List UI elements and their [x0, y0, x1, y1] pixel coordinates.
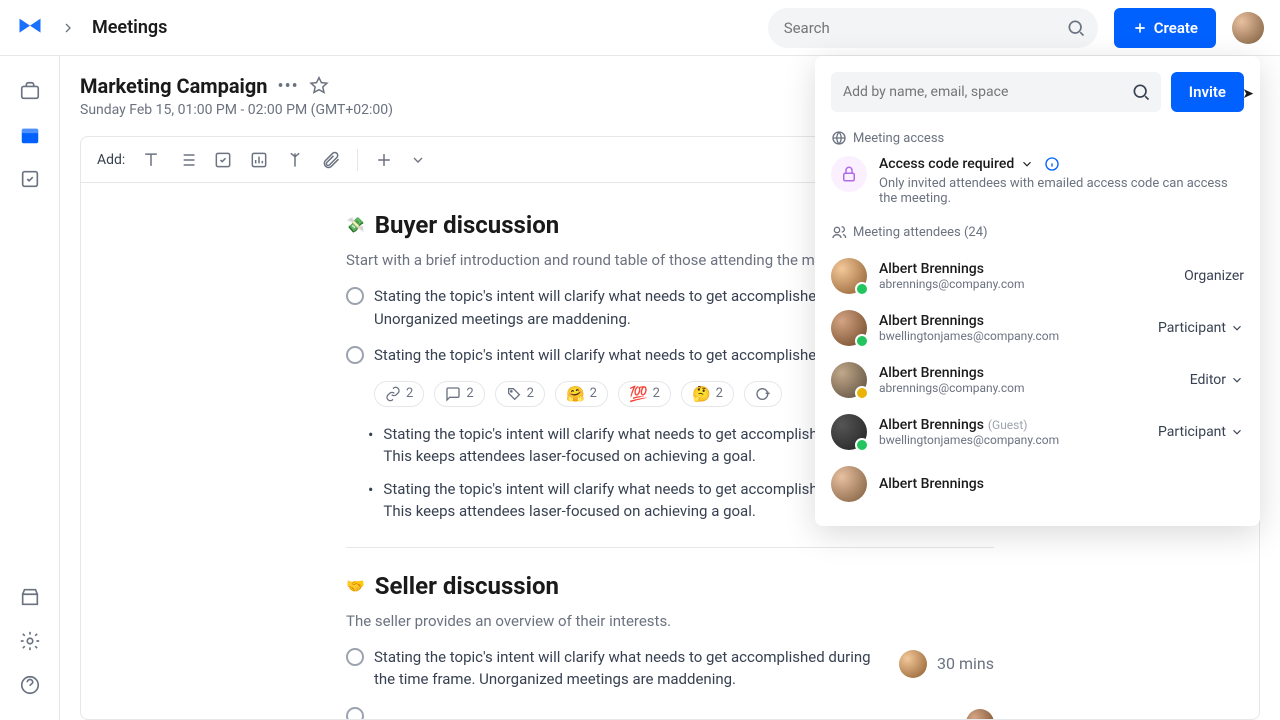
attendee-role-dropdown[interactable]: Participant [1158, 320, 1244, 336]
reaction-link[interactable]: 2 [374, 381, 424, 407]
attendee-avatar[interactable] [831, 466, 867, 502]
task-checkbox[interactable] [346, 287, 364, 305]
attendee-avatar[interactable] [831, 310, 867, 346]
lock-icon [831, 156, 867, 192]
info-icon[interactable] [1044, 156, 1060, 172]
access-dropdown[interactable]: Access code required [879, 156, 1244, 172]
section-title: Seller discussion [375, 572, 559, 600]
access-desc: Only invited attendees with emailed acce… [879, 176, 1244, 206]
create-button[interactable]: Create [1114, 8, 1216, 48]
attendee-row: Albert Brennings abrennings@company.com … [831, 250, 1244, 302]
attendee-avatar[interactable] [831, 362, 867, 398]
section-title: Buyer discussion [375, 211, 560, 239]
search-input[interactable] [768, 8, 1098, 48]
create-label: Create [1154, 19, 1198, 37]
attendee-role-dropdown: Organizer [1184, 268, 1244, 284]
reaction-hundred[interactable]: 💯2 [618, 381, 671, 407]
attendee-role-dropdown[interactable]: Editor [1190, 372, 1244, 388]
status-badge [855, 334, 869, 348]
task-text[interactable]: … [374, 705, 384, 720]
user-avatar[interactable] [1232, 12, 1264, 44]
money-emoji: 💸 [346, 216, 365, 234]
breadcrumb[interactable]: Meetings [92, 17, 167, 38]
send-invite-button[interactable]: Invite [1171, 72, 1244, 112]
assignee-avatar[interactable] [899, 650, 927, 678]
sidebar [0, 56, 60, 720]
attendee-name: Albert Brennings [879, 313, 1146, 329]
attendee-name: Albert Brennings [879, 476, 1232, 492]
task-checkbox[interactable] [346, 648, 364, 666]
tasks-icon[interactable] [19, 168, 41, 190]
attendee-email: abrennings@company.com [879, 277, 1172, 291]
attendee-role-dropdown[interactable]: Participant [1158, 424, 1244, 440]
assignee-avatar[interactable] [966, 709, 994, 720]
app-logo[interactable] [16, 14, 44, 42]
toolbar-add-label: Add: [97, 152, 125, 168]
reaction-comment[interactable]: 2 [434, 381, 484, 407]
attendee-avatar[interactable] [831, 258, 867, 294]
attendee-email: bwellingtonjames@company.com [879, 329, 1146, 343]
task-checkbox[interactable] [346, 346, 364, 364]
status-badge [855, 386, 869, 400]
reaction-hug[interactable]: 🤗2 [555, 381, 608, 407]
attendees-section-label: Meeting attendees (24) [831, 224, 1244, 240]
page-title: Marketing Campaign [80, 74, 268, 98]
status-badge [855, 282, 869, 296]
gear-icon[interactable] [19, 630, 41, 652]
attendee-row: Albert Brennings(Guest) bwellingtonjames… [831, 406, 1244, 458]
branch-icon[interactable] [285, 150, 305, 170]
invite-search-input[interactable] [831, 72, 1161, 112]
status-badge [855, 438, 869, 452]
list-icon[interactable] [177, 150, 197, 170]
page-subtitle: Sunday Feb 15, 01:00 PM - 02:00 PM (GMT+… [80, 102, 393, 118]
time-label: 30 mins [937, 654, 994, 673]
briefcase-icon[interactable] [19, 80, 41, 102]
reaction-think[interactable]: 🤔2 [681, 381, 734, 407]
help-icon[interactable] [19, 674, 41, 696]
attendee-email: bwellingtonjames@company.com [879, 433, 1146, 447]
checkbox-icon[interactable] [213, 150, 233, 170]
plus-icon[interactable] [374, 150, 394, 170]
chevron-down-icon[interactable] [410, 152, 426, 168]
section-desc: The seller provides an overview of their… [346, 612, 994, 630]
attendee-row: Albert Brennings abrennings@company.com … [831, 354, 1244, 406]
task-checkbox[interactable] [346, 707, 364, 720]
star-icon[interactable] [309, 76, 329, 96]
invite-popover: ➤ Invite Meeting access Access code requ… [815, 56, 1260, 526]
search-icon[interactable] [1131, 82, 1151, 102]
attendee-avatar[interactable] [831, 414, 867, 450]
store-icon[interactable] [19, 586, 41, 608]
divider [346, 547, 994, 548]
calendar-icon[interactable] [19, 124, 41, 146]
attendee-email: abrennings@company.com [879, 381, 1178, 395]
attendee-name: Albert Brennings [879, 261, 1172, 277]
attendee-name: Albert Brennings(Guest) [879, 417, 1146, 433]
reaction-tag[interactable]: 2 [495, 381, 545, 407]
task-text[interactable]: Stating the topic's intent will clarify … [374, 646, 879, 691]
reaction-add[interactable] [744, 381, 782, 407]
more-icon[interactable]: ••• [278, 76, 299, 97]
poll-icon[interactable] [249, 150, 269, 170]
chevron-right-icon [60, 20, 76, 36]
text-icon[interactable] [141, 150, 161, 170]
access-section-label: Meeting access [831, 130, 1244, 146]
cursor-icon: ➤ [1242, 86, 1254, 102]
attendee-row: Albert Brennings bwellingtonjames@compan… [831, 302, 1244, 354]
search-icon[interactable] [1066, 18, 1086, 38]
attendee-row: Albert Brennings [831, 458, 1244, 510]
attendee-name: Albert Brennings [879, 365, 1178, 381]
attachment-icon[interactable] [321, 150, 341, 170]
handshake-emoji: 🤝 [346, 577, 365, 595]
